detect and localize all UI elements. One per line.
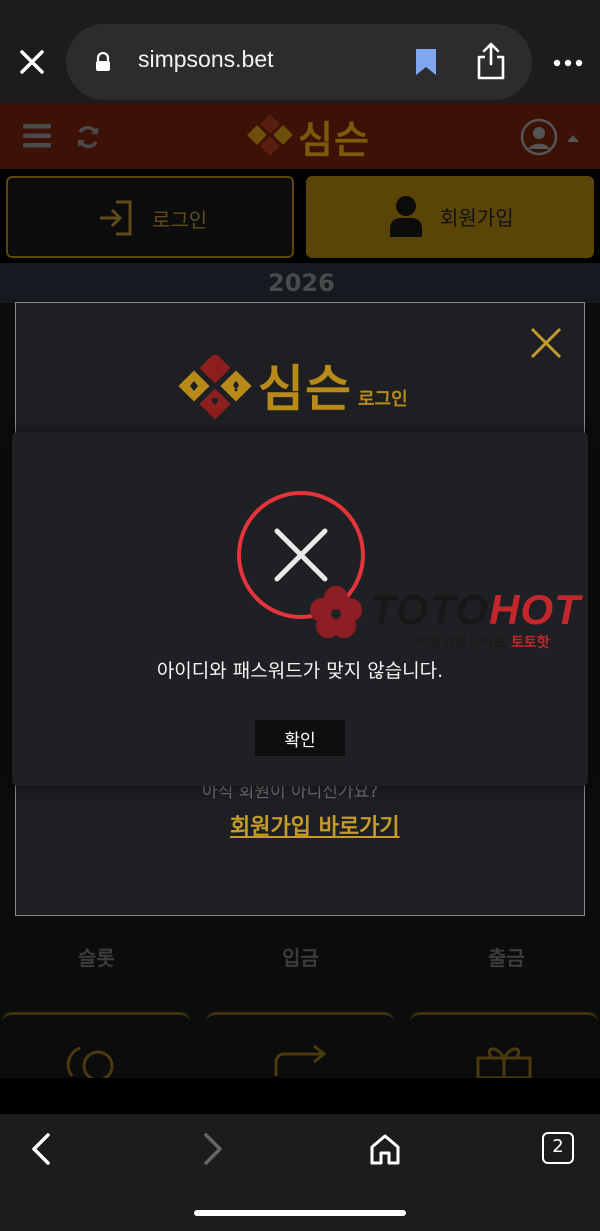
banner-year: 2026 bbox=[268, 269, 335, 297]
browser-bottom-bar: 2 bbox=[0, 1114, 600, 1231]
profile-icon[interactable] bbox=[520, 118, 558, 156]
home-icon[interactable] bbox=[368, 1132, 402, 1166]
menu-icon[interactable] bbox=[22, 121, 52, 151]
site-header: 심슨 bbox=[0, 103, 600, 169]
share-icon[interactable] bbox=[476, 42, 506, 80]
modal-logo-text: 심슨 bbox=[258, 360, 352, 418]
site-logo[interactable]: 심슨 bbox=[246, 113, 370, 162]
modal-logo-subtitle: 로그인 bbox=[358, 389, 408, 410]
back-icon[interactable] bbox=[28, 1132, 54, 1166]
gift-box-icon bbox=[476, 1047, 532, 1078]
login-button-label: 로그인 bbox=[152, 208, 208, 232]
refresh-icon[interactable] bbox=[74, 123, 102, 151]
close-icon[interactable] bbox=[528, 325, 564, 361]
address-bar[interactable]: simpsons.bet bbox=[66, 24, 532, 100]
more-icon[interactable] bbox=[552, 58, 584, 68]
menu-slot[interactable]: 슬롯 bbox=[78, 942, 115, 971]
menu-withdraw[interactable]: 출금 bbox=[488, 942, 525, 971]
confirm-button[interactable]: 확인 bbox=[255, 720, 345, 756]
join-button-label: 회원가입 bbox=[440, 206, 514, 230]
login-button[interactable]: 로그인 bbox=[6, 176, 294, 258]
browser-top-bar: simpsons.bet bbox=[0, 0, 600, 103]
watermark-brand-a: TOTO bbox=[370, 586, 490, 633]
bookmark-icon[interactable] bbox=[414, 48, 438, 76]
signup-link[interactable]: 회원가입 바로가기 bbox=[230, 809, 400, 841]
watermark-brand: TOTOHOT bbox=[370, 586, 581, 634]
event-banner[interactable]: 2026 bbox=[0, 263, 600, 303]
flower-logo-icon bbox=[310, 586, 362, 638]
transfer-arrow-icon bbox=[274, 1044, 327, 1076]
tabs-icon[interactable]: 2 bbox=[542, 1132, 574, 1164]
watermark-subtitle: 먹튀검증사이트 토토핫 bbox=[416, 632, 550, 652]
alert-message: 아이디와 패스워드가 맞지 않습니다. bbox=[156, 660, 444, 682]
user-icon bbox=[390, 196, 422, 237]
watermark-sub-a: 먹튀검증사이트 bbox=[416, 635, 512, 651]
support-24-icon bbox=[66, 1046, 114, 1078]
card-suits-logo-icon bbox=[247, 115, 293, 156]
login-door-icon bbox=[100, 200, 132, 236]
url-text: simpsons.bet bbox=[138, 46, 274, 72]
modal-logo: 심슨 로그인 bbox=[178, 349, 408, 421]
lock-icon bbox=[96, 52, 110, 71]
watermark-sub-b: 토토핫 bbox=[511, 635, 550, 651]
menu-deposit[interactable]: 입금 bbox=[282, 942, 319, 971]
home-indicator bbox=[194, 1210, 406, 1216]
join-button[interactable]: 회원가입 bbox=[306, 176, 594, 258]
close-icon[interactable] bbox=[14, 44, 50, 80]
watermark-brand-b: HOT bbox=[489, 586, 581, 633]
watermark: TOTOHOT 먹튀검증사이트 토토핫 bbox=[308, 584, 600, 654]
tab-count: 2 bbox=[552, 1136, 564, 1157]
forward-icon[interactable] bbox=[200, 1132, 226, 1166]
card-suits-logo-icon bbox=[178, 355, 252, 420]
chevron-up-icon[interactable] bbox=[566, 133, 580, 143]
site-logo-text: 심슨 bbox=[298, 117, 370, 162]
